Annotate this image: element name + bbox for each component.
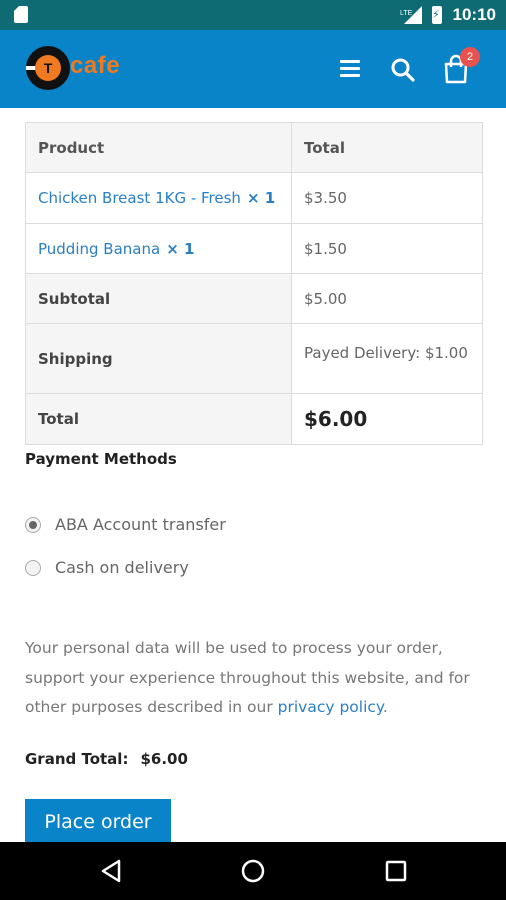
line-total: $1.50 — [291, 223, 483, 274]
clock: 10:10 — [452, 5, 496, 24]
privacy-end: . — [382, 698, 388, 716]
grand-total-label: Grand Total: — [25, 750, 129, 768]
recent-apps-icon[interactable] — [384, 859, 408, 883]
table-header-row: Product Total — [25, 122, 483, 173]
product-cell: Pudding Banana × 1 — [25, 223, 292, 274]
product-link[interactable]: Chicken Breast 1KG - Fresh — [38, 189, 241, 207]
payment-methods-heading: Payment Methods — [25, 450, 177, 468]
privacy-text: Your personal data will be used to proce… — [25, 639, 470, 716]
product-cell: Chicken Breast 1KG - Fresh × 1 — [25, 172, 292, 224]
total-row: Total $6.00 — [25, 393, 483, 445]
payment-option-label: ABA Account transfer — [55, 515, 226, 534]
shipping-label: Shipping — [25, 323, 292, 394]
grand-total: Grand Total: $6.00 — [25, 750, 188, 768]
column-header-total: Total — [291, 122, 483, 173]
search-icon[interactable] — [390, 57, 416, 83]
grand-total-value: $6.00 — [140, 750, 188, 768]
status-bar: LTE 10:10 — [0, 0, 506, 30]
sim-card-icon — [14, 6, 28, 23]
home-icon[interactable] — [240, 858, 266, 884]
table-row: Chicken Breast 1KG - Fresh × 1 $3.50 — [25, 172, 483, 224]
column-header-product: Product — [25, 122, 292, 173]
battery-icon — [432, 6, 442, 24]
svg-text:LTE: LTE — [400, 10, 413, 17]
radio-button[interactable] — [25, 560, 41, 576]
line-total: $3.50 — [291, 172, 483, 224]
menu-icon[interactable] — [340, 60, 360, 78]
order-review-table: Product Total Chicken Breast 1KG - Fresh… — [25, 122, 483, 445]
table-row: Pudding Banana × 1 $1.50 — [25, 223, 483, 274]
total-value: $6.00 — [291, 393, 483, 445]
place-order-button[interactable]: Place order — [25, 799, 171, 845]
product-quantity: × 1 — [246, 189, 276, 207]
logo-mark: T — [26, 46, 70, 90]
subtotal-row: Subtotal $5.00 — [25, 273, 483, 324]
cart-count-badge: 2 — [460, 47, 480, 67]
logo-letter: T — [35, 55, 61, 81]
shipping-value: Payed Delivery: $1.00 — [291, 323, 483, 394]
logo-word: cafe — [70, 52, 121, 79]
total-label: Total — [25, 393, 292, 445]
subtotal-value: $5.00 — [291, 273, 483, 324]
app-header: T cafe 2 — [0, 30, 506, 108]
system-nav-bar — [0, 842, 506, 900]
radio-button-selected[interactable] — [25, 517, 41, 533]
privacy-policy-link[interactable]: privacy policy — [278, 698, 383, 716]
shipping-row: Shipping Payed Delivery: $1.00 — [25, 323, 483, 394]
product-quantity: × 1 — [166, 239, 195, 258]
cafe-logo[interactable]: T cafe — [26, 46, 146, 92]
back-icon[interactable] — [99, 858, 125, 884]
payment-option-label: Cash on delivery — [55, 558, 189, 577]
subtotal-label: Subtotal — [25, 273, 292, 324]
signal-icon: LTE — [400, 6, 422, 24]
product-link[interactable]: Pudding Banana — [38, 240, 160, 258]
privacy-notice: Your personal data will be used to proce… — [25, 634, 485, 723]
